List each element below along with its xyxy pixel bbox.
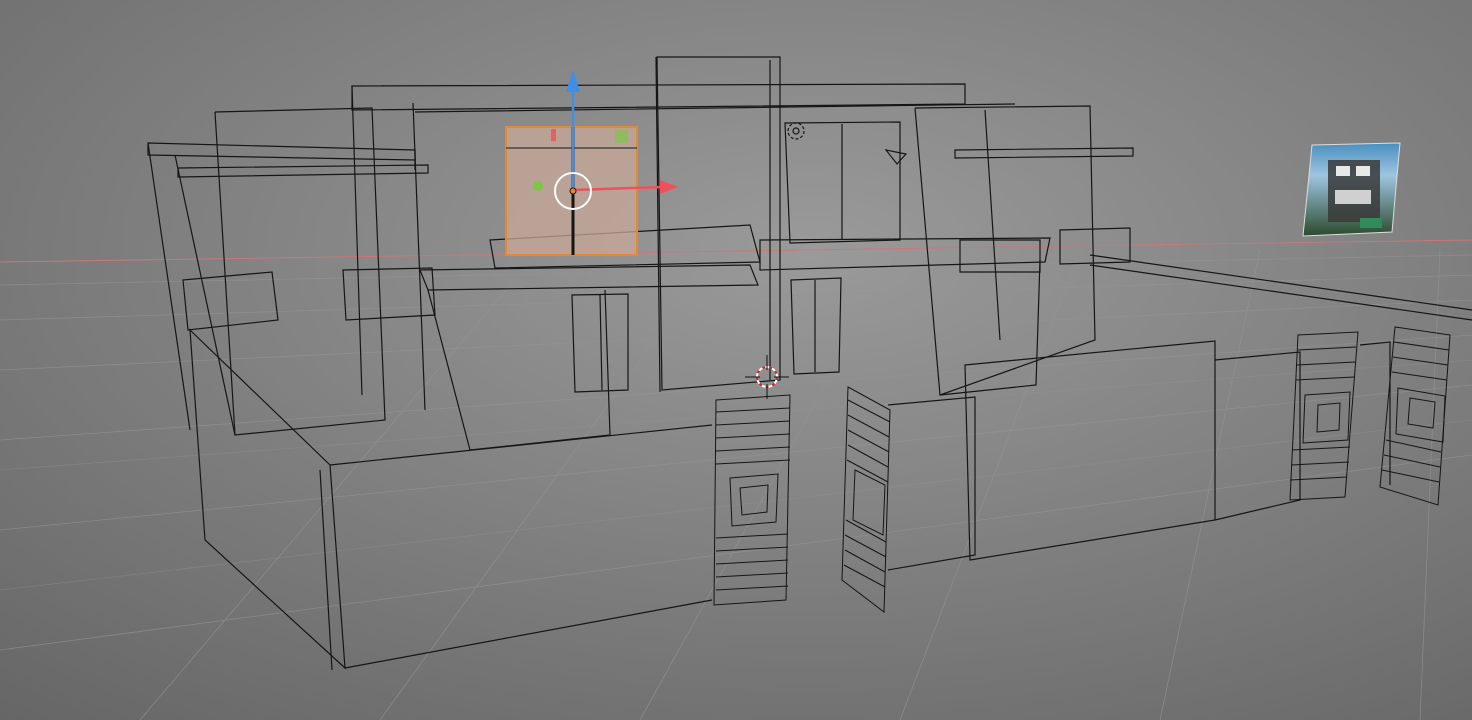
3d-viewport[interactable] [0,0,1472,720]
gizmo-yz-plane[interactable] [551,129,556,141]
reference-image[interactable] [1302,142,1401,237]
gizmo-origin [569,187,577,195]
gizmo-xz-plane[interactable] [615,130,628,143]
gizmo-y-handle[interactable] [533,181,543,191]
